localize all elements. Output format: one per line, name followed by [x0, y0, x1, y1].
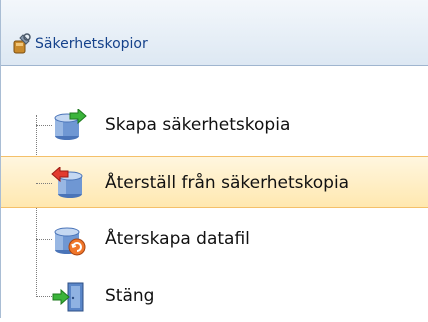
- menu-item-restore-backup[interactable]: Återställ från säkerhetskopia: [1, 156, 428, 208]
- tree-branch: [36, 183, 52, 184]
- menu-item-label: Återställ från säkerhetskopia: [105, 173, 350, 193]
- menu-item-close[interactable]: Stäng: [1, 270, 428, 322]
- backup-panel: Säkerhetskopior Skapa säkerhetskopia Åte…: [0, 0, 428, 318]
- menu-item-label: Återskapa datafil: [105, 229, 250, 249]
- exit-door-icon: [52, 282, 84, 312]
- menu-item-label: Stäng: [105, 286, 155, 306]
- tree-branch: [36, 239, 52, 240]
- tree-branch: [36, 125, 52, 126]
- panel-title: Säkerhetskopior: [35, 36, 148, 52]
- database-repair-icon: [54, 227, 86, 256]
- wrench-backup-icon: [13, 33, 31, 54]
- database-arrow-in-icon: [54, 109, 87, 140]
- panel-header: Säkerhetskopior: [1, 0, 428, 66]
- database-arrow-out-icon: [51, 167, 83, 198]
- menu-item-label: Skapa säkerhetskopia: [105, 115, 291, 135]
- menu-item-rebuild-datafile[interactable]: Återskapa datafil: [1, 213, 428, 265]
- tree-branch: [36, 296, 52, 297]
- menu-item-create-backup[interactable]: Skapa säkerhetskopia: [1, 99, 428, 151]
